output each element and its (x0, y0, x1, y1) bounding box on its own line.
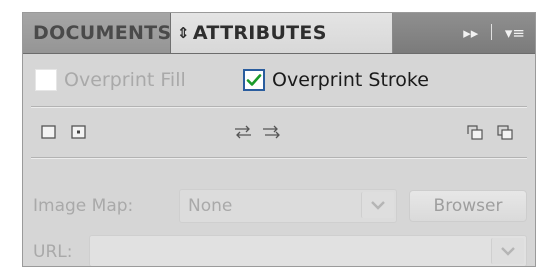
image-map-value: None (188, 196, 233, 216)
circle-hotspot-icon[interactable] (69, 123, 89, 141)
url-label: URL: (33, 242, 73, 262)
overprint-stroke-label: Overprint Stroke (272, 69, 429, 91)
icon-toolbar (23, 109, 535, 155)
image-map-label: Image Map: (33, 196, 134, 216)
panel-controls: ▸▸ ▾≡ (463, 13, 525, 53)
overprint-stroke-box[interactable] (243, 69, 265, 91)
url-dropdown-button[interactable] (491, 238, 524, 264)
rectangle-hotspot-icon[interactable] (39, 123, 59, 141)
reverse-path-icon[interactable] (233, 123, 253, 141)
overprint-fill-box[interactable] (35, 69, 57, 91)
tab-documents[interactable]: DOCUMENTS (23, 13, 171, 53)
chevron-down-icon (501, 247, 515, 256)
attributes-panel: DOCUMENTS ⇕ ATTRIBUTES ▸▸ ▾≡ Overprint Fi… (22, 12, 536, 267)
url-field[interactable] (89, 235, 527, 266)
divider-bottom (31, 157, 527, 159)
bring-forward-icon[interactable] (495, 123, 515, 141)
image-map-dropdown-button[interactable] (361, 192, 394, 218)
collapse-arrows-icon: ⇕ (177, 24, 190, 42)
checkmark-icon (246, 74, 262, 86)
image-map-select[interactable]: None (179, 189, 397, 223)
tab-documents-label: DOCUMENTS (33, 22, 171, 44)
overprint-fill-label: Overprint Fill (64, 69, 186, 91)
tab-attributes[interactable]: ⇕ ATTRIBUTES (171, 13, 393, 53)
panel-tab-bar: DOCUMENTS ⇕ ATTRIBUTES ▸▸ ▾≡ (23, 13, 535, 54)
controls-divider (491, 24, 493, 40)
panel-menu-icon[interactable]: ▾≡ (505, 13, 525, 53)
overprint-stroke-checkbox[interactable]: Overprint Stroke (243, 67, 429, 93)
tab-attributes-label: ATTRIBUTES (192, 22, 327, 44)
browser-button[interactable]: Browser (409, 190, 527, 222)
send-backward-icon[interactable] (465, 123, 485, 141)
swap-direction-icon[interactable] (261, 123, 281, 141)
chevron-down-icon (371, 201, 385, 210)
overprint-fill-checkbox[interactable]: Overprint Fill (35, 67, 186, 93)
collapse-panel-icon[interactable]: ▸▸ (463, 13, 478, 53)
divider-top (31, 106, 527, 108)
overprint-row: Overprint Fill Overprint Stroke (23, 54, 535, 106)
